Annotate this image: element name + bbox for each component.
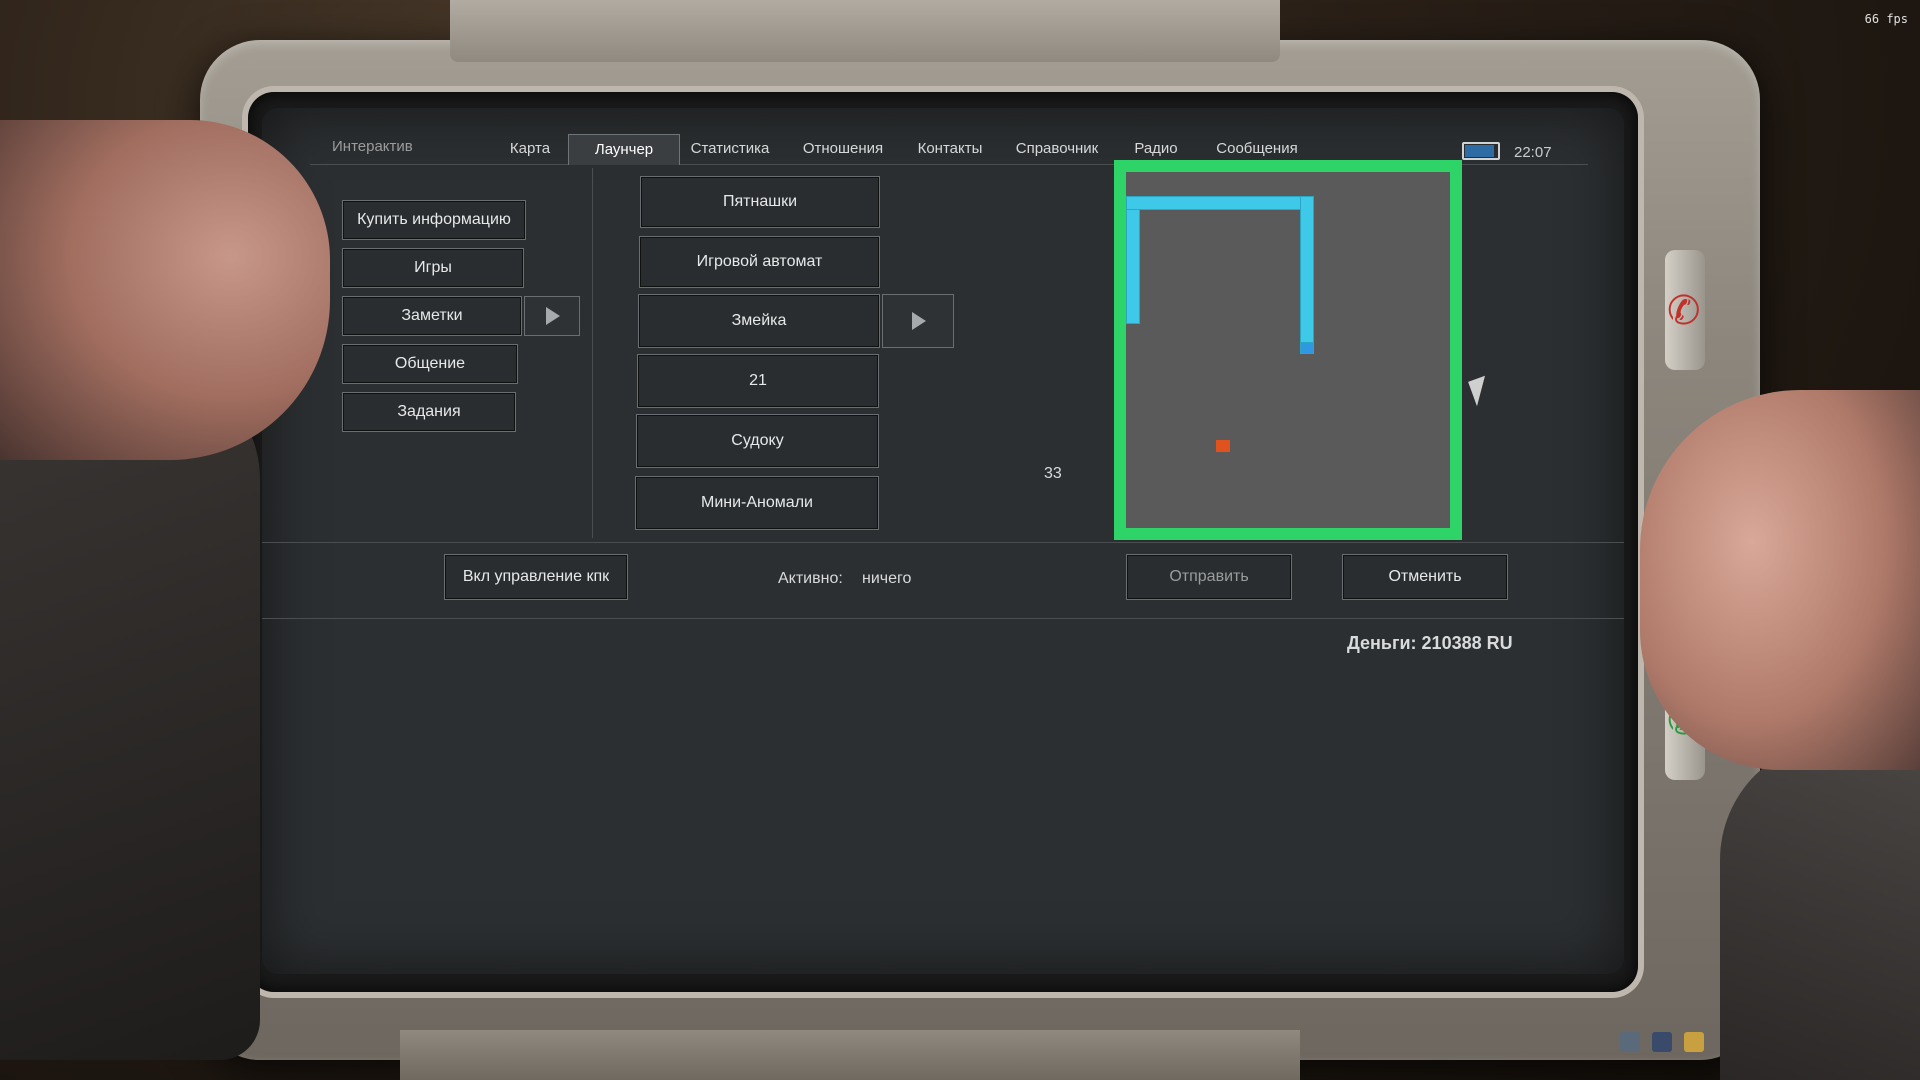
end-call-button[interactable]: ✆ [1665, 250, 1705, 370]
tab-contacts[interactable]: Контакты [900, 134, 1000, 165]
snake-body [1126, 196, 1140, 324]
chat-button[interactable]: Общение [342, 344, 518, 384]
right-thumb [1640, 390, 1920, 770]
battery-icon [1462, 142, 1500, 160]
end-call-icon: ✆ [1667, 288, 1701, 334]
snake-food [1216, 440, 1230, 452]
buy-info-button[interactable]: Купить информацию [342, 200, 526, 240]
tab-map[interactable]: Карта [480, 134, 580, 165]
notes-expand-button[interactable] [524, 296, 580, 336]
game-snake-button[interactable]: Змейка [638, 294, 880, 348]
snake-body [1300, 196, 1314, 352]
money-label: Деньги: 210388 RU [1347, 633, 1513, 653]
active-value: ничего [862, 570, 912, 587]
snake-body [1126, 196, 1314, 210]
notes-button[interactable]: Заметки [342, 296, 522, 336]
game-sudoku-button[interactable]: Судоку [636, 414, 879, 468]
snake-game-field[interactable] [1114, 160, 1462, 540]
tab-relations[interactable]: Отношения [788, 134, 898, 165]
tab-reference[interactable]: Справочник [1002, 134, 1112, 165]
game-mini-anomaly-button[interactable]: Мини-Аномали [635, 476, 879, 530]
tab-launcher[interactable]: Лаунчер [568, 134, 680, 165]
fps-counter: 66 fps [1864, 12, 1908, 26]
tasks-button[interactable]: Задания [342, 392, 516, 432]
game-slot-machine-button[interactable]: Игровой автомат [639, 236, 880, 288]
snake-head [1300, 342, 1314, 354]
games-button[interactable]: Игры [342, 248, 524, 288]
section-divider [262, 618, 1624, 619]
snake-score: 33 [1044, 465, 1062, 482]
active-label: Активно: [778, 570, 843, 587]
snake-play-button[interactable] [882, 294, 954, 348]
game-21-button[interactable]: 21 [637, 354, 879, 408]
pda-top-cap [450, 0, 1280, 62]
pda-control-toggle[interactable]: Вкл управление кпк [444, 554, 628, 600]
send-button[interactable]: Отправить [1126, 554, 1292, 600]
brand-label: Интерактив [332, 138, 413, 155]
game-fifteen-button[interactable]: Пятнашки [640, 176, 880, 228]
play-arrow-icon [912, 312, 926, 330]
cancel-button[interactable]: Отменить [1342, 554, 1508, 600]
left-glove [0, 360, 260, 1060]
column-divider [592, 168, 593, 538]
clock: 22:07 [1514, 144, 1552, 161]
item-status-icon [1684, 1032, 1704, 1052]
play-arrow-icon [546, 307, 560, 325]
tab-statistics[interactable]: Статистика [680, 134, 780, 165]
left-thumb [0, 120, 330, 460]
right-glove [1720, 740, 1920, 1080]
pda-bottom-cap [400, 1030, 1300, 1080]
section-divider [262, 542, 1624, 543]
pda-screen: Интерактив Карта Лаунчер Статистика Отно… [262, 108, 1624, 974]
pda-status-icon [1652, 1032, 1672, 1052]
radiation-status-icon [1620, 1032, 1640, 1052]
